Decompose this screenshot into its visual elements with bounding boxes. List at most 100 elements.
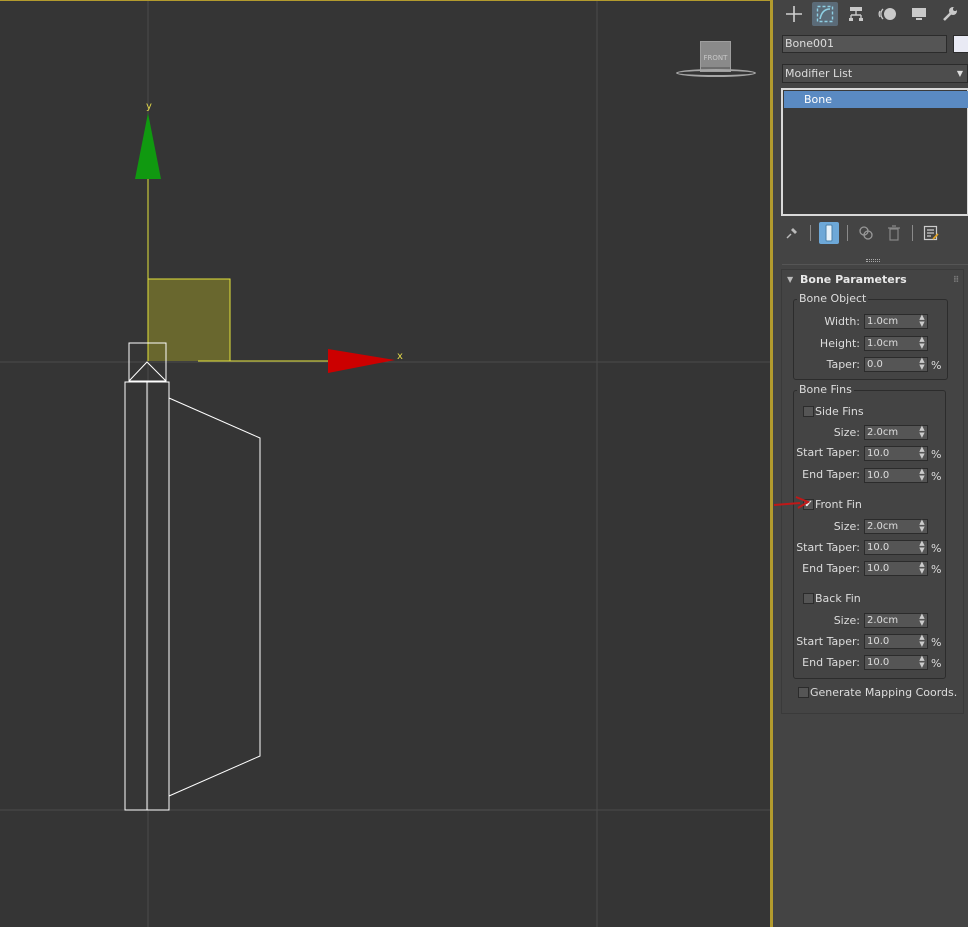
back-end-label: End Taper: (802, 656, 860, 669)
side-start-spinner[interactable]: 10.0 ▲ ▼ (864, 446, 928, 461)
show-end-result-button[interactable] (819, 222, 839, 244)
front-size-label: Size: (833, 520, 860, 533)
height-label: Height: (819, 337, 860, 350)
modifier-list-label: Modifier List (785, 67, 853, 80)
back-size-spinner[interactable]: 2.0cm ▲ ▼ (864, 613, 928, 628)
motion-tab[interactable] (875, 2, 901, 26)
spinner-arrows-icon[interactable]: ▲ ▼ (919, 561, 925, 575)
side-size-row: Size: (794, 425, 860, 441)
command-panel: Bone001 Modifier List ▼ Bone ▼ Bone Para… (773, 0, 968, 927)
plus-icon (785, 6, 802, 22)
create-tab[interactable] (781, 2, 807, 26)
bone-front-fin (168, 397, 261, 797)
spinner-arrows-icon[interactable]: ▲ ▼ (919, 634, 925, 648)
spinner-arrows-icon[interactable]: ▲ ▼ (919, 613, 925, 627)
annotation-arrow (773, 496, 811, 509)
width-spinner[interactable]: 1.0cm ▲ ▼ (864, 314, 928, 329)
front-end-spinner[interactable]: 10.0 ▲ ▼ (864, 561, 928, 576)
side-size-spinner[interactable]: 2.0cm ▲ ▼ (864, 425, 928, 440)
modifier-stack[interactable]: Bone (781, 88, 968, 216)
viewcube-face[interactable]: FRONT (700, 41, 731, 72)
back-start-value: 10.0 (867, 636, 890, 647)
modify-tab[interactable] (811, 2, 838, 26)
spinner-arrows-icon[interactable]: ▲ ▼ (919, 655, 925, 669)
side-fins-label[interactable]: Side Fins (815, 405, 864, 418)
rollout-header[interactable]: ▼ Bone Parameters ⁝⁝ (782, 270, 963, 290)
gizmo-y-arrow (135, 113, 161, 179)
make-unique-button[interactable] (856, 222, 876, 244)
configure-modifier-sets-button[interactable] (921, 222, 941, 244)
taper-spinner[interactable]: 0.0 ▲ ▼ (864, 357, 928, 372)
front-start-spinner[interactable]: 10.0 ▲ ▼ (864, 540, 928, 555)
back-size-label: Size: (833, 614, 860, 627)
viewport-canvas[interactable] (0, 1, 773, 927)
hierarchy-tab[interactable] (843, 2, 869, 26)
front-end-value: 10.0 (867, 563, 890, 574)
side-start-label: Start Taper: (796, 446, 860, 459)
bone-object-group: Bone Object Width: 1.0cm ▲ ▼ Height: 1.0c… (793, 292, 948, 380)
back-end-percent: % (931, 657, 942, 670)
front-end-row: End Taper: (794, 561, 860, 577)
remove-modifier-button[interactable] (884, 222, 904, 244)
object-name-field[interactable]: Bone001 (782, 35, 947, 53)
viewcube-face-label: FRONT (703, 54, 728, 62)
generate-mapping-label[interactable]: Generate Mapping Coords. (810, 686, 957, 699)
display-monitor-icon (911, 8, 926, 20)
side-start-percent: % (931, 448, 942, 461)
side-end-row: End Taper: (794, 467, 860, 483)
object-color-swatch[interactable] (953, 35, 968, 53)
front-size-spinner[interactable]: 2.0cm ▲ ▼ (864, 519, 928, 534)
gizmo-x-arrow (328, 349, 395, 373)
front-end-label: End Taper: (802, 562, 860, 575)
divider (782, 264, 968, 265)
front-start-row: Start Taper: (794, 540, 860, 556)
back-fin-checkbox[interactable] (803, 593, 814, 604)
viewcube[interactable]: FRONT (676, 39, 756, 81)
height-spinner[interactable]: 1.0cm ▲ ▼ (864, 336, 928, 351)
display-tab[interactable] (906, 2, 932, 26)
hierarchy-icon (849, 7, 864, 21)
motion-icon (878, 8, 896, 20)
back-fin-label[interactable]: Back Fin (815, 592, 861, 605)
back-start-spinner[interactable]: 10.0 ▲ ▼ (864, 634, 928, 649)
spinner-arrows-icon[interactable]: ▲ ▼ (919, 468, 925, 482)
back-size-value: 2.0cm (867, 615, 899, 626)
front-end-percent: % (931, 563, 942, 576)
back-end-spinner[interactable]: 10.0 ▲ ▼ (864, 655, 928, 670)
panel-grip[interactable] (866, 259, 880, 262)
width-label: Width: (824, 315, 860, 328)
back-size-row: Size: (794, 613, 860, 629)
spinner-arrows-icon[interactable]: ▲ ▼ (919, 336, 925, 350)
rollout-grip-icon: ⁝⁝ (953, 275, 959, 285)
side-end-spinner[interactable]: 10.0 ▲ ▼ (864, 468, 928, 483)
height-value: 1.0cm (867, 338, 899, 349)
back-start-row: Start Taper: (794, 634, 860, 650)
viewcube-compass-ring[interactable] (676, 69, 756, 77)
spinner-arrows-icon[interactable]: ▲ ▼ (919, 519, 925, 533)
pin-stack-button[interactable] (782, 222, 802, 244)
front-viewport[interactable]: y x FRONT (0, 0, 773, 927)
front-fin-label[interactable]: Front Fin (815, 498, 862, 511)
spinner-arrows-icon[interactable]: ▲ ▼ (919, 540, 925, 554)
generate-mapping-checkbox[interactable] (798, 687, 809, 698)
front-size-row: Size: (794, 519, 860, 535)
side-start-value: 10.0 (867, 448, 890, 459)
wrench-icon (943, 7, 958, 21)
modifier-list-dropdown[interactable]: Modifier List ▼ (782, 64, 968, 83)
utilities-tab[interactable] (937, 2, 963, 26)
front-start-percent: % (931, 542, 942, 555)
spinner-arrows-icon[interactable]: ▲ ▼ (919, 357, 925, 371)
gizmo-x-label: x (397, 351, 403, 362)
toolbar-separator (810, 225, 811, 241)
side-fins-checkbox[interactable] (803, 406, 814, 417)
spinner-arrows-icon[interactable]: ▲ ▼ (919, 425, 925, 439)
width-value: 1.0cm (867, 316, 899, 327)
stack-item-bone[interactable]: Bone (784, 91, 968, 108)
spinner-arrows-icon[interactable]: ▲ ▼ (919, 314, 925, 328)
side-end-value: 10.0 (867, 470, 890, 481)
front-size-value: 2.0cm (867, 521, 899, 532)
dropdown-arrow-icon: ▼ (956, 69, 963, 78)
side-end-percent: % (931, 470, 942, 483)
spinner-arrows-icon[interactable]: ▲ ▼ (919, 446, 925, 460)
end-result-icon (825, 224, 833, 242)
